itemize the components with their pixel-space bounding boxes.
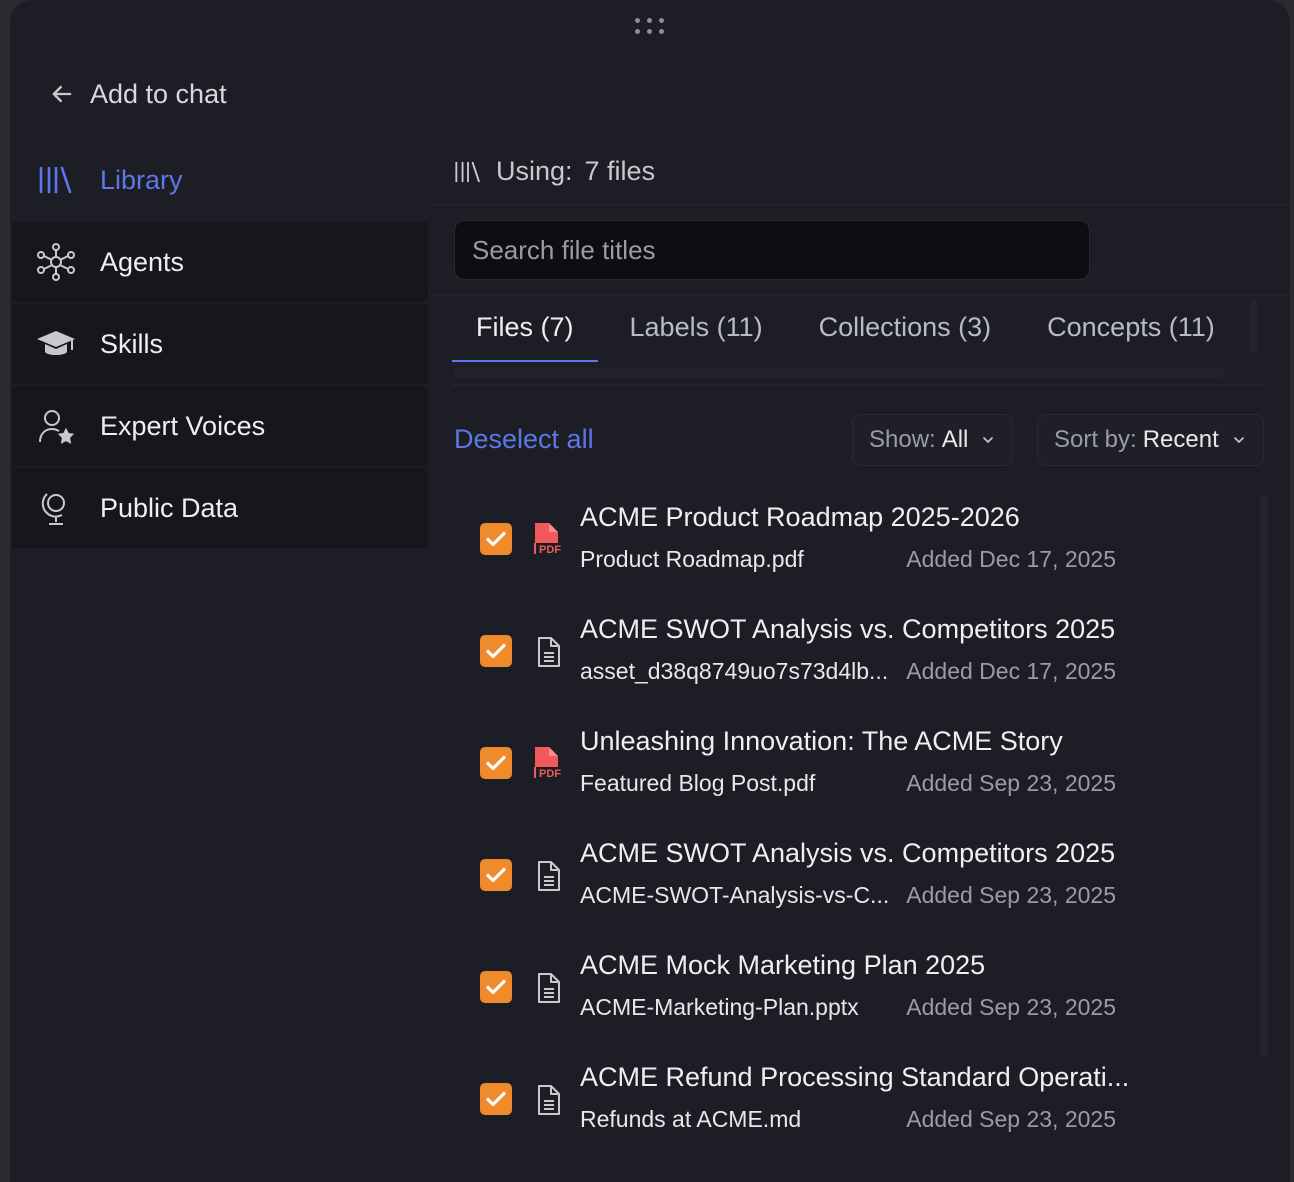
chevron-down-icon xyxy=(983,437,994,444)
library-icon xyxy=(455,161,480,182)
file-list: PDF ACME Product Roadmap 2025-2026 Produ… xyxy=(454,492,1234,1164)
using-summary: Using: 7 files xyxy=(454,156,655,187)
file-row[interactable]: PDF Unleashing Innovation: The ACME Stor… xyxy=(454,716,1234,828)
tab-concepts[interactable]: Concepts (11) xyxy=(1023,300,1239,362)
file-added-date: Added Sep 23, 2025 xyxy=(906,1106,1116,1132)
file-name: Featured Blog Post.pdf xyxy=(580,770,816,796)
file-checkbox[interactable] xyxy=(480,859,512,891)
chevron-down-icon xyxy=(1233,437,1244,444)
file-name: ACME-Marketing-Plan.pptx xyxy=(580,994,859,1020)
tab-bar: Files (7) Labels (11) Collections (3) Co… xyxy=(452,300,1239,362)
library-panel: Using: 7 files Files (7) Labels (11) Col… xyxy=(428,140,1290,1182)
arrow-left-icon xyxy=(52,85,72,103)
globe-stand-icon xyxy=(36,488,76,528)
sidebar-item-agents[interactable]: Agents xyxy=(12,222,428,304)
file-row[interactable]: ACME SWOT Analysis vs. Competitors 2025 … xyxy=(454,828,1234,940)
tab-files[interactable]: Files (7) xyxy=(452,300,598,362)
divider xyxy=(452,384,1264,386)
sidebar-item-public-data[interactable]: Public Data xyxy=(12,468,428,550)
sort-label: Sort by: xyxy=(1054,426,1137,453)
sidebar-item-skills[interactable]: Skills xyxy=(12,304,428,386)
checkmark-icon xyxy=(486,755,506,771)
document-icon xyxy=(532,970,566,1006)
file-row[interactable]: ACME Mock Marketing Plan 2025 ACME-Marke… xyxy=(454,940,1234,1052)
file-checkbox[interactable] xyxy=(480,523,512,555)
file-name: Refunds at ACME.md xyxy=(580,1106,802,1132)
file-title: ACME SWOT Analysis vs. Competitors 2025 xyxy=(580,838,1116,868)
search-input[interactable] xyxy=(472,234,1089,266)
file-checkbox[interactable] xyxy=(480,971,512,1003)
tab-collections[interactable]: Collections (3) xyxy=(795,300,1016,362)
checkmark-icon xyxy=(486,643,506,659)
file-added-date: Added Dec 17, 2025 xyxy=(906,658,1116,684)
network-icon xyxy=(36,242,76,282)
sidebar-item-expert-voices[interactable]: Expert Voices xyxy=(12,386,428,468)
sidebar-item-label: Expert Voices xyxy=(100,410,266,441)
sort-dropdown[interactable]: Sort by: Recent xyxy=(1037,414,1264,466)
document-icon xyxy=(532,634,566,670)
add-to-chat-modal: Add to chat Library Agents Skills Expert… xyxy=(10,0,1290,1182)
pdf-file-icon: PDF xyxy=(532,746,566,782)
drag-handle[interactable] xyxy=(634,16,666,36)
document-icon xyxy=(532,1082,566,1118)
pdf-file-icon: PDF xyxy=(532,522,566,558)
library-icon xyxy=(36,160,76,200)
file-added-date: Added Sep 23, 2025 xyxy=(906,770,1116,796)
tab-labels[interactable]: Labels (11) xyxy=(606,300,787,362)
file-added-date: Added Sep 23, 2025 xyxy=(906,994,1116,1020)
file-title: Unleashing Innovation: The ACME Story xyxy=(580,726,1063,756)
sidebar: Library Agents Skills Expert Voices Publ… xyxy=(12,140,428,550)
show-filter-dropdown[interactable]: Show: All xyxy=(852,414,1014,466)
sidebar-item-label: Skills xyxy=(100,328,164,359)
divider xyxy=(428,204,1290,206)
file-name: Product Roadmap.pdf xyxy=(580,546,804,572)
show-label: Show: xyxy=(869,426,936,453)
file-added-date: Added Sep 23, 2025 xyxy=(906,882,1116,908)
file-checkbox[interactable] xyxy=(480,747,512,779)
search-box[interactable] xyxy=(454,220,1090,280)
divider xyxy=(428,294,1290,296)
file-title: ACME Mock Marketing Plan 2025 xyxy=(580,950,986,980)
back-button[interactable]: Add to chat xyxy=(48,76,227,112)
show-value: All xyxy=(941,426,969,453)
deselect-all-link[interactable]: Deselect all xyxy=(454,424,594,455)
file-row[interactable]: PDF ACME Product Roadmap 2025-2026 Produ… xyxy=(454,492,1234,604)
tab-scrollbar[interactable] xyxy=(454,368,1224,378)
modal-title: Add to chat xyxy=(90,78,227,109)
sidebar-item-label: Public Data xyxy=(100,492,239,523)
checkmark-icon xyxy=(486,867,506,883)
file-checkbox[interactable] xyxy=(480,635,512,667)
svg-text:PDF: PDF xyxy=(539,768,561,780)
checkmark-icon xyxy=(486,1091,506,1107)
checkmark-icon xyxy=(486,531,506,547)
file-checkbox[interactable] xyxy=(480,1083,512,1115)
tab-scroll-edge xyxy=(1250,300,1258,352)
file-added-date: Added Dec 17, 2025 xyxy=(906,546,1116,572)
document-icon xyxy=(532,858,566,894)
file-row[interactable]: ACME SWOT Analysis vs. Competitors 2025 … xyxy=(454,604,1234,716)
sidebar-item-label: Agents xyxy=(100,246,185,277)
file-title: ACME Refund Processing Standard Operati.… xyxy=(580,1062,1130,1092)
file-name: ACME-SWOT-Analysis-vs-C... xyxy=(580,882,890,908)
person-star-icon xyxy=(36,406,76,446)
sidebar-item-label: Library xyxy=(100,164,183,195)
file-name: asset_d38q8749uo7s73d4lb... xyxy=(580,658,889,684)
sidebar-item-library[interactable]: Library xyxy=(12,140,428,222)
svg-text:PDF: PDF xyxy=(539,544,561,556)
using-value: 7 files xyxy=(584,156,656,186)
file-title: ACME SWOT Analysis vs. Competitors 2025 xyxy=(580,614,1116,644)
graduation-cap-icon xyxy=(36,324,76,364)
using-label: Using: xyxy=(496,156,573,186)
checkmark-icon xyxy=(486,979,506,995)
file-title: ACME Product Roadmap 2025-2026 xyxy=(580,502,1020,532)
file-list-scrollbar[interactable] xyxy=(1260,494,1268,1056)
sort-value: Recent xyxy=(1142,426,1219,453)
file-row[interactable]: ACME Refund Processing Standard Operati.… xyxy=(454,1052,1234,1164)
